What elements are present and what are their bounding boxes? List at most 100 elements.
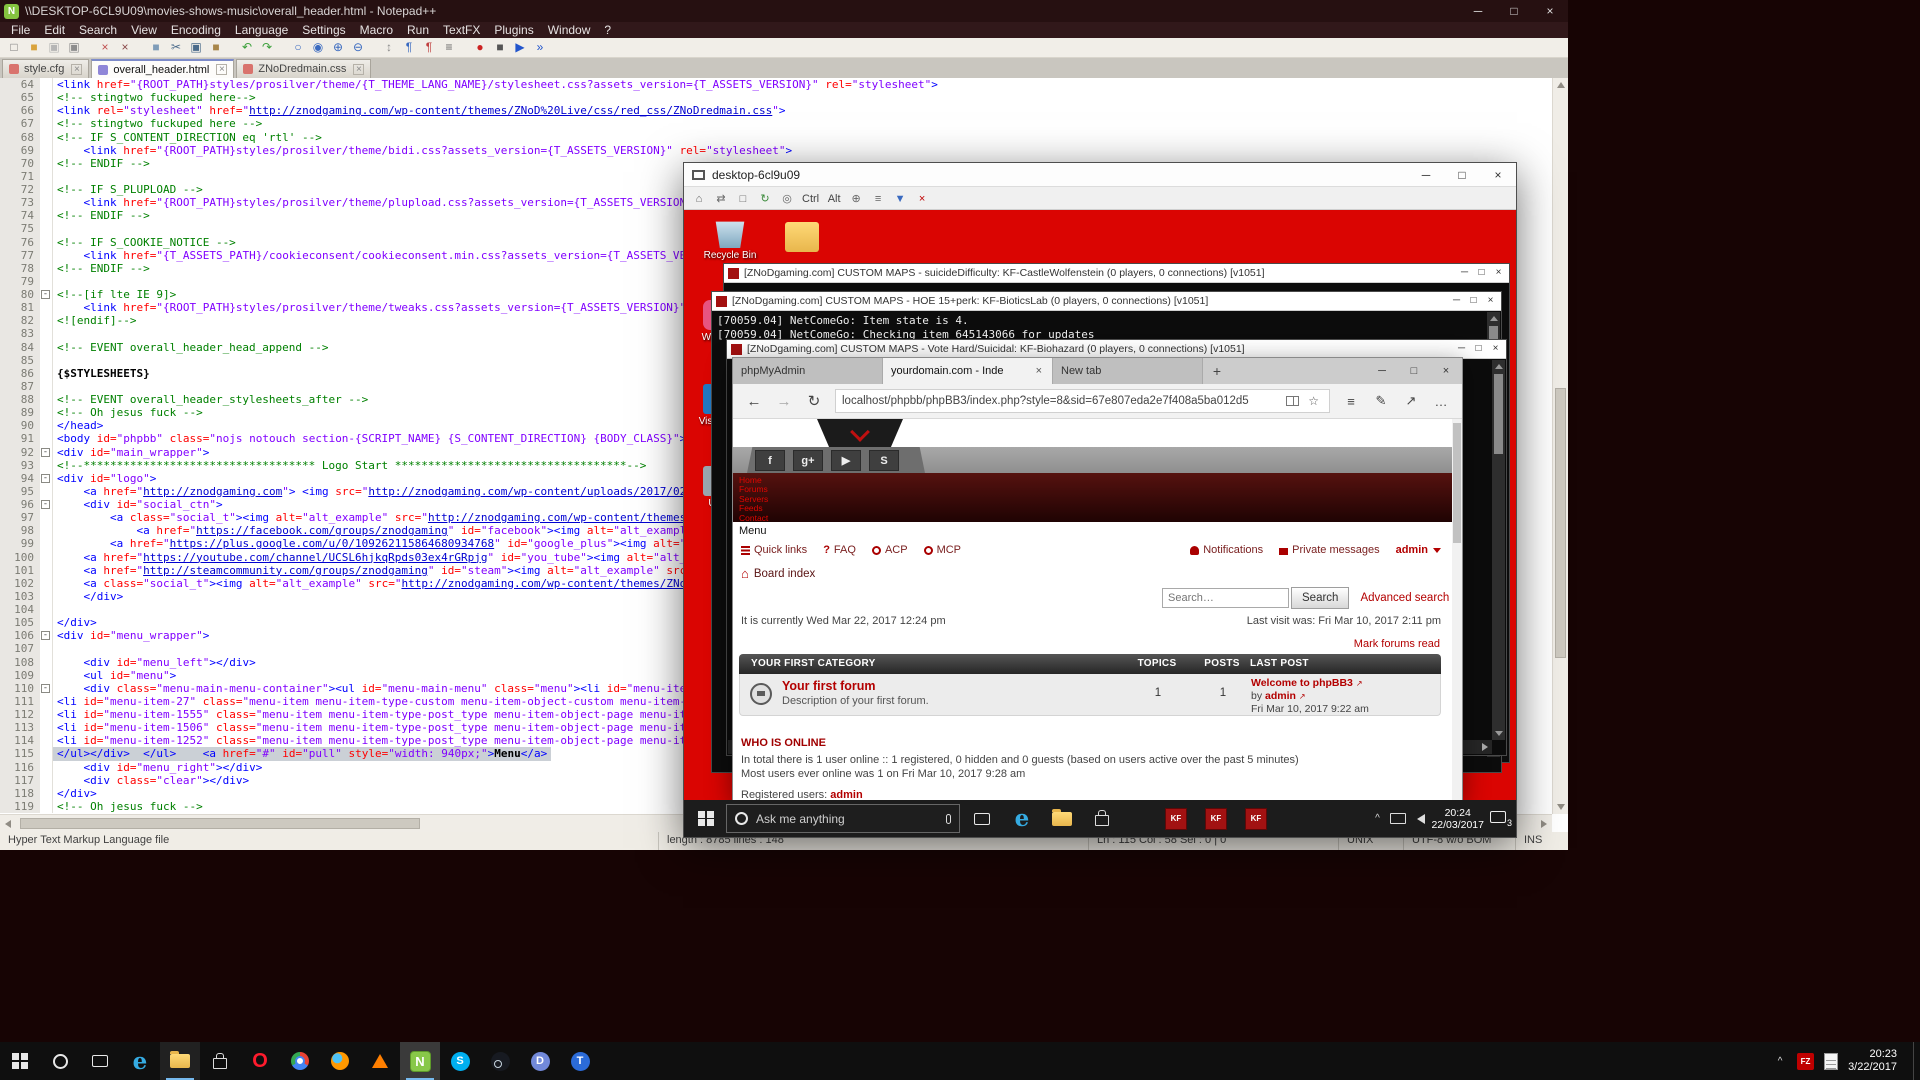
search-input[interactable] [1162, 588, 1289, 608]
scroll-right-icon[interactable] [1482, 743, 1488, 751]
vlc-taskbar-icon[interactable] [360, 1042, 400, 1080]
code-line[interactable]: 69 <link href="{ROOT_PATH}styles/prosilv… [0, 144, 1552, 157]
current-user-menu[interactable]: admin [1396, 544, 1441, 556]
steam-icon[interactable]: S [869, 450, 899, 471]
quicklink-mcp[interactable]: MCP [924, 544, 961, 556]
browser-tab[interactable]: yourdomain.com - Inde× [883, 358, 1053, 384]
maximize-button[interactable]: □ [1496, 0, 1532, 22]
registered-user-link[interactable]: admin [830, 789, 862, 800]
hidden-icons-button[interactable] [1370, 813, 1384, 824]
console-scrollbar[interactable] [1492, 360, 1505, 740]
mark-forums-read-link[interactable]: Mark forums read [1354, 638, 1440, 650]
store-taskbar-icon[interactable] [1082, 800, 1122, 837]
find-icon[interactable]: ○ [289, 39, 307, 56]
console-titlebar[interactable]: [ZNoDgaming.com] CUSTOM MAPS - HOE 15+pe… [712, 292, 1501, 311]
start-button[interactable] [688, 800, 724, 837]
menu-plugins[interactable]: Plugins [487, 22, 540, 38]
stop-macro-icon[interactable]: ■ [491, 39, 509, 56]
breadcrumb[interactable]: ⌂ Board index [741, 566, 815, 581]
close-all-icon[interactable]: × [116, 39, 134, 56]
host-clock[interactable]: 20:23 3/22/2017 [1848, 1048, 1903, 1074]
remote-desktop-viewport[interactable]: Recycle BinWWamp...▶Visual C..UUse.. [ZN… [684, 210, 1516, 800]
cortana-search-box[interactable]: Ask me anything [724, 800, 962, 837]
forum-nav-link[interactable]: Contact [739, 514, 1452, 523]
cortana-button[interactable] [40, 1042, 80, 1080]
action-center-button[interactable]: 3 [1490, 810, 1512, 828]
menu-language[interactable]: Language [228, 22, 295, 38]
category-title[interactable]: YOUR FIRST CATEGORY [751, 658, 876, 669]
share-icon[interactable]: ↗ [1396, 393, 1426, 409]
close-tab-icon[interactable]: × [353, 64, 364, 75]
disconnect-icon[interactable]: × [912, 189, 932, 207]
file-transfer-icon[interactable]: ⇄ [711, 189, 731, 207]
mobile-menu-toggle[interactable]: Menu [739, 525, 767, 537]
fold-marker-icon[interactable]: - [41, 474, 50, 483]
vertical-scrollbar[interactable] [1552, 78, 1568, 814]
opera-taskbar-icon[interactable]: O [240, 1042, 280, 1080]
youtube-icon[interactable]: ▶ [831, 450, 861, 471]
forward-button[interactable]: → [769, 393, 799, 410]
zoom-out-icon[interactable]: ⊖ [349, 39, 367, 56]
save-all-icon[interactable]: ▣ [65, 39, 83, 56]
minimize-button[interactable]: ─ [1460, 0, 1496, 22]
search-button[interactable]: Search [1291, 587, 1349, 609]
close-button[interactable]: × [1430, 358, 1462, 384]
page-scrollbar[interactable] [1452, 419, 1462, 800]
edge-taskbar-icon[interactable]: e [1002, 800, 1042, 837]
menu-encoding[interactable]: Encoding [164, 22, 228, 38]
redo-icon[interactable]: ↷ [258, 39, 276, 56]
code-line[interactable]: 66<link rel="stylesheet" href="http://zn… [0, 104, 1552, 117]
scrollbar-thumb[interactable] [1494, 374, 1503, 454]
recycle-bin-icon[interactable]: Recycle Bin [698, 218, 762, 261]
copy-icon[interactable]: ▣ [187, 39, 205, 56]
menu-edit[interactable]: Edit [37, 22, 72, 38]
task-view-button[interactable] [80, 1042, 120, 1080]
scroll-down-icon[interactable] [1557, 804, 1565, 810]
ctrl-key-button[interactable]: Ctrl [799, 189, 822, 207]
undo-icon[interactable]: ↶ [238, 39, 256, 56]
quicklink-faq[interactable]: ?FAQ [823, 544, 856, 556]
hub-icon[interactable]: ≡ [1336, 394, 1366, 409]
maximize-button[interactable]: □ [1398, 358, 1430, 384]
paste-icon[interactable]: ■ [207, 39, 225, 56]
notepadpp-titlebar[interactable]: N \\DESKTOP-6CL9U09\movies-shows-music\o… [0, 0, 1568, 22]
last-post-link[interactable]: Welcome to phpBB3 [1251, 677, 1353, 689]
menu-file[interactable]: File [4, 22, 37, 38]
new-file-icon[interactable]: □ [5, 39, 23, 56]
forum-nav-link[interactable]: Forums [739, 485, 1452, 494]
edge-taskbar-icon[interactable]: e [120, 1042, 160, 1080]
browser-tab[interactable]: New tab [1053, 358, 1203, 384]
scroll-up-icon[interactable] [1495, 364, 1503, 369]
alt-key-button[interactable]: Alt [824, 189, 844, 207]
maximize-button[interactable]: □ [1473, 264, 1490, 282]
volume-icon[interactable] [1412, 814, 1425, 824]
web-note-icon[interactable]: ✎ [1366, 393, 1396, 409]
clipboard-icon[interactable]: ≡ [868, 189, 888, 207]
notepadpp-taskbar-icon[interactable]: N [400, 1042, 440, 1080]
menu-window[interactable]: Window [541, 22, 598, 38]
fold-marker-icon[interactable]: - [41, 290, 50, 299]
forum-row[interactable]: Your first forum Description of your fir… [739, 674, 1441, 716]
scroll-up-icon[interactable] [1557, 82, 1565, 88]
browser-tab[interactable]: phpMyAdmin [733, 358, 883, 384]
menu-settings[interactable]: Settings [295, 22, 352, 38]
code-line[interactable]: 65<!-- stingtwo fuckuped here--> [0, 91, 1552, 104]
scroll-left-icon[interactable] [5, 820, 11, 828]
close-button[interactable]: × [1480, 163, 1516, 186]
scrollbar-thumb[interactable] [1453, 423, 1461, 543]
code-line[interactable]: 67<!-- stingtwo fuckuped here --> [0, 117, 1552, 130]
close-button[interactable]: × [1482, 292, 1499, 310]
editor-tab[interactable]: style.cfg× [2, 59, 89, 78]
sync-scroll-icon[interactable]: ↕ [380, 39, 398, 56]
close-button[interactable]: × [1487, 340, 1504, 358]
ctrl-alt-del-button[interactable]: ⊕ [846, 189, 866, 207]
forum-nav-link[interactable]: Servers [739, 495, 1452, 504]
screenshot-icon[interactable]: ◎ [777, 189, 797, 207]
fold-marker-icon[interactable]: - [41, 448, 50, 457]
advanced-search-link[interactable]: Advanced search [1360, 592, 1449, 604]
close-tab-icon[interactable]: × [71, 64, 82, 75]
store-taskbar-icon[interactable] [200, 1042, 240, 1080]
kf-server-taskbar-icon-2[interactable]: KF [1196, 800, 1236, 837]
replace-icon[interactable]: ◉ [309, 39, 327, 56]
minimize-button[interactable]: ─ [1408, 163, 1444, 186]
